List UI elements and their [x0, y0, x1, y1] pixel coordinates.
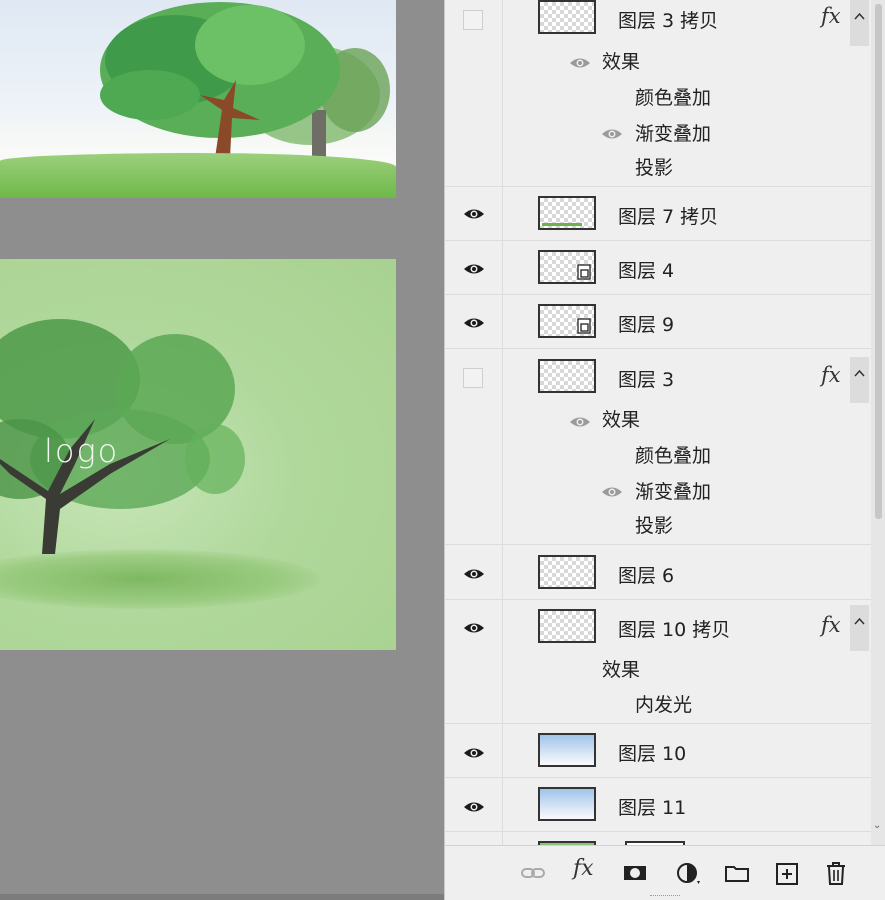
effect-item[interactable]: 投影: [635, 511, 673, 538]
eye-icon[interactable]: [601, 485, 623, 499]
link-icon[interactable]: [519, 860, 547, 886]
layers-panel: 图层 3 拷贝 fx 效果 颜色叠加 渐变叠加 投影 图层 7 拷贝 图层 4 …: [444, 0, 885, 900]
layer-thumbnail: [538, 733, 596, 767]
fx-icon[interactable]: fx: [573, 856, 594, 882]
eye-icon[interactable]: [569, 56, 591, 70]
eye-icon[interactable]: [463, 621, 485, 635]
visibility-column: [445, 724, 503, 777]
effects-label[interactable]: 效果: [602, 405, 640, 432]
trash-icon[interactable]: [825, 860, 847, 886]
document-canvas[interactable]: logo: [0, 0, 444, 900]
eye-icon[interactable]: [463, 567, 485, 581]
layer-thumbnail: [538, 609, 596, 643]
effect-item[interactable]: 投影: [635, 153, 673, 180]
layer-row[interactable]: [445, 832, 871, 845]
artboard-top: [0, 0, 396, 198]
layer-name[interactable]: 图层 10 拷贝: [618, 615, 730, 642]
layer-thumbnail: [538, 304, 596, 338]
visibility-column: [445, 187, 503, 240]
visibility-toggle-off[interactable]: [463, 368, 483, 388]
visibility-column: [445, 545, 503, 599]
canvas-bottom-strip: [0, 894, 444, 900]
visibility-column: [445, 295, 503, 348]
layer-name[interactable]: 图层 3 拷贝: [618, 6, 718, 33]
layer-row[interactable]: 图层 11: [445, 778, 871, 832]
effect-item[interactable]: 渐变叠加: [635, 477, 711, 504]
smart-object-icon: [577, 264, 591, 280]
visibility-column: [445, 832, 503, 845]
grass-strip: [0, 153, 396, 198]
fx-badge[interactable]: fx: [821, 4, 841, 28]
layers-toolbar: fx: [445, 845, 885, 900]
layer-name[interactable]: 图层 11: [618, 793, 686, 820]
collapse-effects-button[interactable]: [850, 357, 869, 403]
eye-icon[interactable]: [463, 746, 485, 760]
layer-thumbnail: [538, 359, 596, 393]
eye-icon[interactable]: [569, 415, 591, 429]
mask-icon[interactable]: [623, 860, 647, 886]
chevron-up-icon: [854, 369, 865, 377]
visibility-column: [445, 349, 503, 544]
effects-label[interactable]: 效果: [602, 655, 640, 682]
effect-item[interactable]: 颜色叠加: [635, 441, 711, 468]
fx-badge[interactable]: fx: [821, 363, 841, 387]
chevron-up-icon: [854, 12, 865, 20]
layer-row[interactable]: 图层 3 拷贝 fx 效果 颜色叠加 渐变叠加 投影: [445, 0, 871, 187]
fx-badge[interactable]: fx: [821, 613, 841, 637]
layer-row[interactable]: 图层 9: [445, 295, 871, 349]
layer-row[interactable]: 图层 4: [445, 241, 871, 295]
layer-name[interactable]: 图层 6: [618, 561, 674, 588]
eye-icon[interactable]: [601, 127, 623, 141]
scrollbar-thumb[interactable]: [875, 4, 882, 519]
eye-icon[interactable]: [463, 207, 485, 221]
layer-row[interactable]: 图层 10: [445, 724, 871, 778]
effect-item[interactable]: 颜色叠加: [635, 83, 711, 110]
logo-text: logo: [44, 432, 120, 470]
layer-row[interactable]: 图层 6: [445, 545, 871, 600]
layers-scrollbar[interactable]: ⌄: [871, 0, 885, 845]
visibility-toggle-off[interactable]: [463, 10, 483, 30]
layer-thumbnail: [538, 555, 596, 589]
layer-row[interactable]: 图层 7 拷贝: [445, 187, 871, 241]
resize-grip[interactable]: [650, 895, 680, 899]
layer-name[interactable]: 图层 3: [618, 365, 674, 392]
layer-name[interactable]: 图层 7 拷贝: [618, 202, 718, 229]
chevron-up-icon: [854, 617, 865, 625]
eye-icon[interactable]: [463, 316, 485, 330]
visibility-column: [445, 778, 503, 831]
layer-row[interactable]: 图层 10 拷贝 fx 效果 内发光: [445, 600, 871, 724]
new-layer-icon[interactable]: [775, 860, 799, 886]
chevron-down-icon[interactable]: ⌄: [873, 820, 881, 831]
layer-thumbnail: [538, 0, 596, 34]
layer-name[interactable]: 图层 9: [618, 310, 674, 337]
eye-icon[interactable]: [463, 800, 485, 814]
layer-row[interactable]: 图层 3 fx 效果 颜色叠加 渐变叠加 投影: [445, 349, 871, 545]
smart-object-icon: [577, 318, 591, 334]
layer-thumbnail: [538, 196, 596, 230]
layer-name[interactable]: 图层 4: [618, 256, 674, 283]
layer-thumbnail: [538, 787, 596, 821]
visibility-column: [445, 600, 503, 723]
eye-icon[interactable]: [463, 262, 485, 276]
collapse-effects-button[interactable]: [850, 605, 869, 651]
layer-name[interactable]: 图层 10: [618, 739, 686, 766]
collapse-effects-button[interactable]: [850, 0, 869, 46]
visibility-column: [445, 0, 503, 186]
effect-item[interactable]: 内发光: [635, 690, 692, 717]
layer-thumbnail: [538, 250, 596, 284]
folder-icon[interactable]: [724, 860, 750, 886]
effects-label[interactable]: 效果: [602, 47, 640, 74]
effect-item[interactable]: 渐变叠加: [635, 119, 711, 146]
layers-list[interactable]: 图层 3 拷贝 fx 效果 颜色叠加 渐变叠加 投影 图层 7 拷贝 图层 4 …: [445, 0, 871, 845]
visibility-column: [445, 241, 503, 294]
adjustment-icon[interactable]: [675, 860, 701, 886]
